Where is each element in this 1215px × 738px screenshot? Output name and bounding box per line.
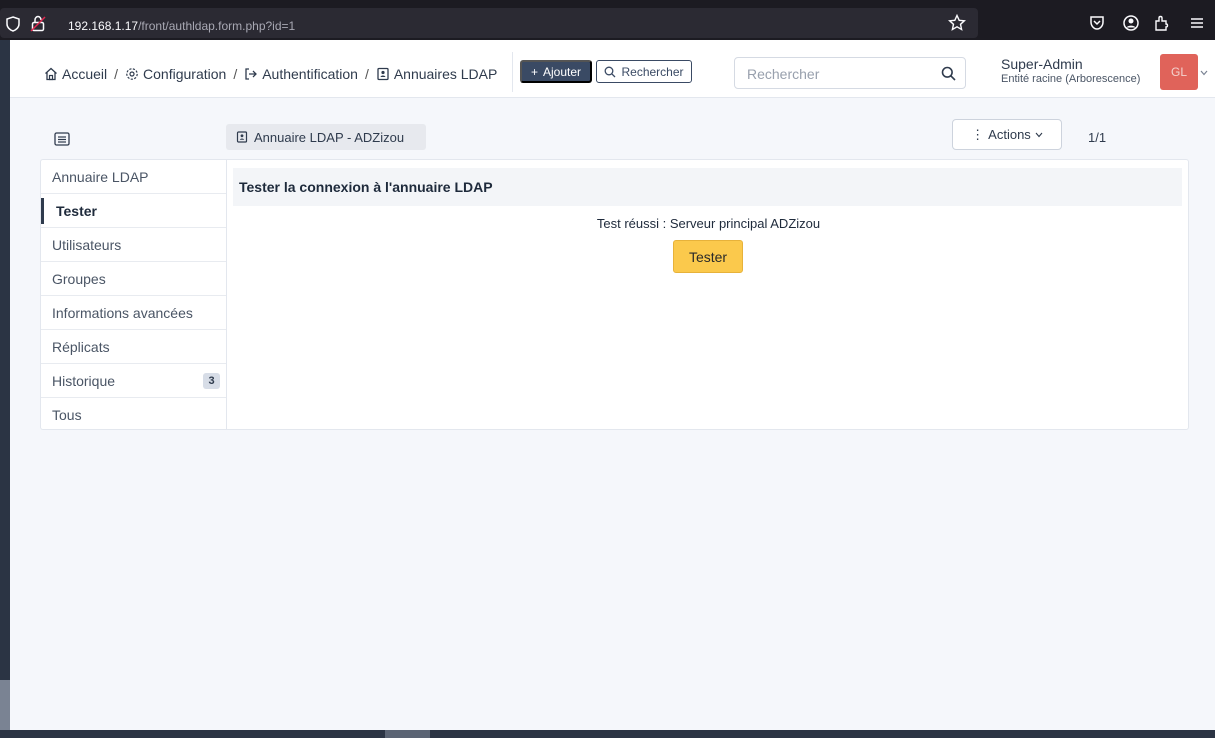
plus-icon: + — [530, 64, 538, 79]
extensions-icon[interactable] — [1152, 14, 1170, 32]
tab-replicates[interactable]: Réplicats — [41, 330, 226, 364]
tab-history[interactable]: Historique 3 — [41, 364, 226, 398]
url-path: /front/authldap.form.php?id=1 — [138, 19, 296, 33]
add-button-label: Ajouter — [542, 64, 582, 79]
pocket-icon[interactable] — [1088, 14, 1106, 32]
item-title-text: Annuaire LDAP - ADZizou — [254, 129, 405, 145]
tab-advanced-info[interactable]: Informations avancées — [41, 296, 226, 330]
global-search[interactable] — [734, 57, 966, 89]
item-tabs: Annuaire LDAP Tester Utilisateurs Groupe… — [40, 159, 226, 430]
chevron-down-icon[interactable] — [1200, 70, 1208, 76]
user-menu[interactable]: Super-Admin Entité racine (Arborescence) — [1001, 56, 1151, 85]
header-divider — [512, 52, 513, 92]
app-header: Accueil / Configuration / Authentificati… — [10, 40, 1215, 98]
tabs-toggle-icon[interactable] — [54, 132, 70, 146]
actions-button[interactable]: ⋮ Actions — [952, 119, 1062, 150]
user-entity: Entité racine (Arborescence) — [1001, 73, 1141, 85]
search-icon[interactable] — [941, 66, 956, 81]
bookmark-star-icon[interactable] — [948, 14, 966, 32]
search-button[interactable]: Rechercher — [596, 60, 692, 83]
user-name: Super-Admin — [1001, 56, 1083, 72]
url-host: 192.168.1.17 — [68, 19, 139, 33]
gear-icon — [126, 68, 138, 80]
tab-label: Utilisateurs — [52, 236, 122, 253]
tab-label: Annuaire LDAP — [52, 168, 149, 185]
tab-label: Informations avancées — [52, 304, 193, 321]
section-heading: Tester la connexion à l'annuaire LDAP — [233, 168, 1182, 206]
add-button[interactable]: + Ajouter — [520, 60, 592, 83]
url-text[interactable]: 192.168.1.17/front/authldap.form.php?id=… — [68, 19, 295, 33]
breadcrumb-configuration[interactable]: Configuration — [125, 66, 226, 82]
breadcrumb-label: Authentification — [262, 66, 358, 82]
tab-label: Historique — [52, 372, 116, 389]
pager-count: 1/1 — [1088, 130, 1107, 145]
insecure-lock-icon[interactable] — [30, 15, 46, 32]
tab-all[interactable]: Tous — [41, 398, 226, 432]
breadcrumb-home[interactable]: Accueil — [44, 66, 107, 82]
search-button-label: Rechercher — [621, 64, 684, 79]
tab-content: Tester la connexion à l'annuaire LDAP Te… — [226, 159, 1189, 430]
tab-test[interactable]: Tester — [41, 194, 226, 228]
breadcrumb-label: Annuaires LDAP — [393, 66, 498, 82]
sign-in-icon — [245, 68, 258, 80]
avatar[interactable]: GL — [1160, 54, 1198, 90]
desktop-left-edge — [0, 40, 10, 738]
history-count-badge: 3 — [203, 373, 220, 389]
glpi-app: Accueil / Configuration / Authentificati… — [10, 40, 1215, 730]
chevron-down-icon — [1035, 132, 1043, 137]
account-icon[interactable] — [1122, 14, 1140, 32]
tab-label: Tester — [56, 202, 97, 219]
menu-icon[interactable] — [1188, 14, 1206, 32]
breadcrumb: Accueil / Configuration / Authentificati… — [44, 64, 497, 84]
tab-label: Réplicats — [52, 338, 110, 355]
tab-label: Tous — [52, 407, 82, 423]
item-title: Annuaire LDAP - ADZizou — [226, 124, 426, 150]
breadcrumb-ldap-directories[interactable]: Annuaires LDAP — [376, 66, 498, 82]
breadcrumb-label: Configuration — [143, 66, 227, 82]
tab-groups[interactable]: Groupes — [41, 262, 226, 296]
home-icon — [45, 67, 57, 81]
tab-ldap-directory[interactable]: Annuaire LDAP — [41, 160, 226, 194]
breadcrumb-separator: / — [233, 66, 238, 82]
shield-icon[interactable] — [6, 16, 20, 32]
taskbar-edge — [0, 730, 1215, 738]
tab-label: Groupes — [52, 270, 106, 287]
actions-label: Actions — [988, 127, 1031, 142]
breadcrumb-separator: / — [364, 66, 369, 82]
search-icon — [605, 66, 616, 77]
breadcrumb-authentication[interactable]: Authentification — [244, 66, 358, 82]
address-book-icon — [377, 67, 389, 81]
browser-toolbar: 192.168.1.17/front/authldap.form.php?id=… — [0, 0, 1215, 40]
breadcrumb-separator: / — [114, 66, 119, 82]
breadcrumb-label: Accueil — [62, 66, 108, 82]
test-connection-button[interactable]: Tester — [673, 240, 743, 273]
tab-users[interactable]: Utilisateurs — [41, 228, 226, 262]
kebab-icon: ⋮ — [971, 126, 985, 142]
global-search-input[interactable] — [747, 64, 927, 84]
address-book-icon — [236, 131, 248, 143]
test-result-message: Test réussi : Serveur principal ADZizou — [596, 216, 821, 231]
